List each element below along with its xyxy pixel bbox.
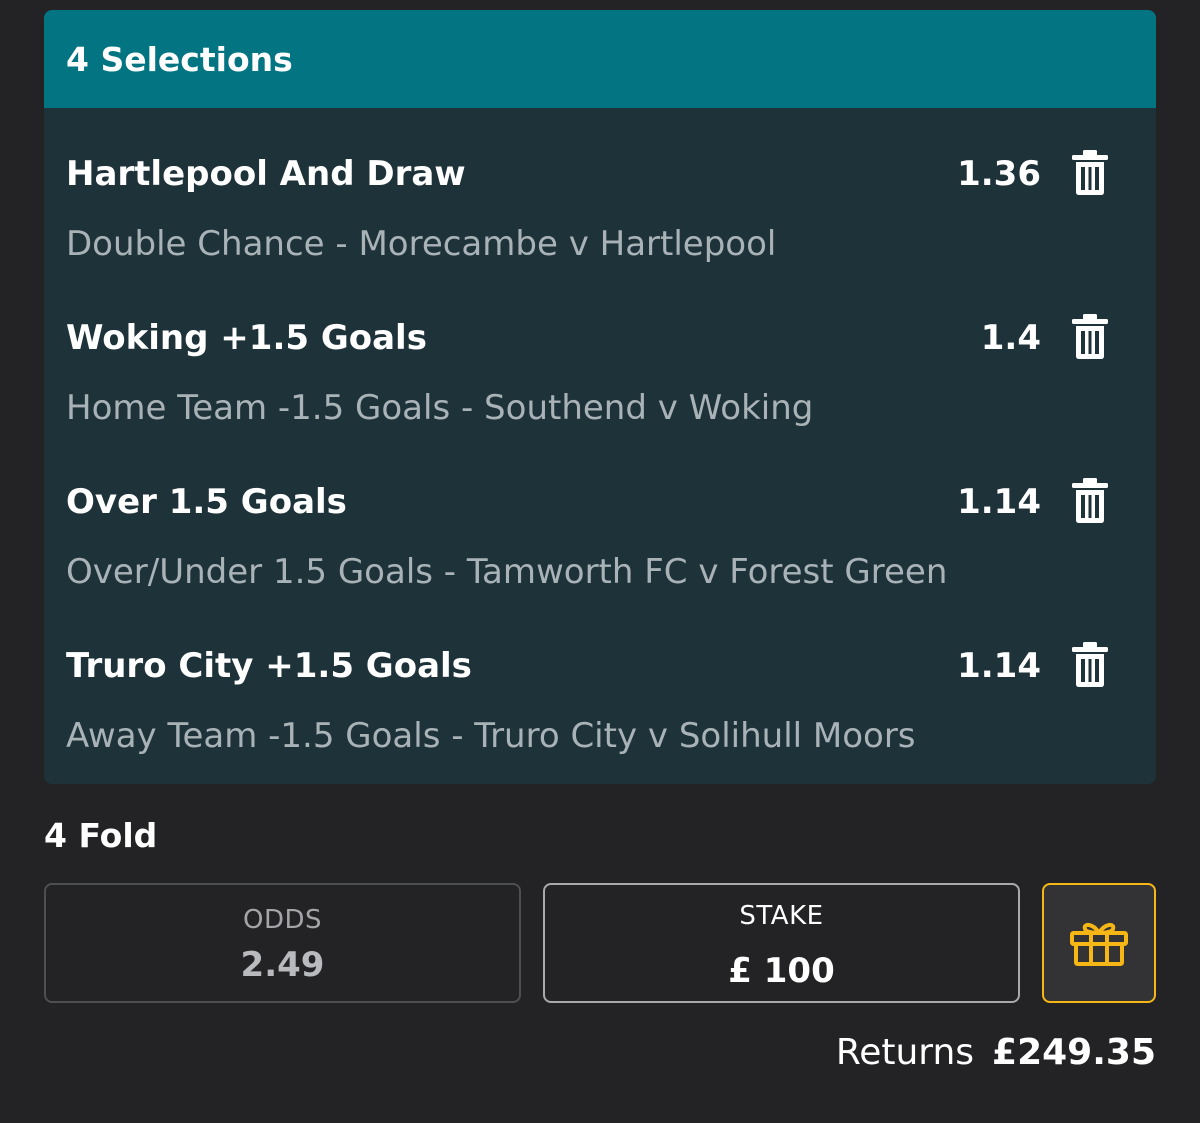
gift-icon: [1070, 922, 1128, 966]
fold-title: 4 Fold: [44, 816, 158, 855]
returns-label: Returns: [835, 1032, 975, 1073]
remove-selection-button[interactable]: [1070, 314, 1110, 360]
trash-icon: [1072, 314, 1108, 359]
selection-market: Home Team -1.5 Goals - Southend v Woking: [66, 388, 814, 428]
selection-odds: 1.14: [957, 646, 1041, 686]
returns-value: £249.35: [992, 1032, 1156, 1073]
selection-market: Double Chance - Morecambe v Hartlepool: [66, 224, 777, 264]
odds-value: 2.49: [240, 945, 325, 985]
selections-count-title: 4 Selections: [66, 39, 293, 79]
odds-label: ODDS: [242, 905, 322, 935]
remove-selection-button[interactable]: [1070, 150, 1110, 196]
selection-item: Over 1.5 Goals 1.14 Over/Under 1.5 Goals…: [44, 436, 1156, 600]
selection-odds: 1.14: [957, 482, 1041, 522]
selection-name: Truro City +1.5 Goals: [66, 646, 472, 686]
betslip-header[interactable]: 4 Selections: [44, 10, 1156, 108]
selection-name: Woking +1.5 Goals: [66, 318, 427, 358]
selection-name: Over 1.5 Goals: [66, 482, 347, 522]
selection-item: Woking +1.5 Goals 1.4 Home Team -1.5 Goa…: [44, 272, 1156, 436]
stake-value[interactable]: £ 100: [545, 951, 1018, 991]
stake-input[interactable]: STAKE £ 100: [543, 883, 1020, 1003]
odds-display: ODDS 2.49: [44, 883, 521, 1003]
remove-selection-button[interactable]: [1070, 642, 1110, 688]
remove-selection-button[interactable]: [1070, 478, 1110, 524]
selections-list: Hartlepool And Draw 1.36 Double Chance -…: [44, 108, 1156, 784]
betslip: 4 Selections Hartlepool And Draw 1.36 Do…: [44, 10, 1156, 784]
selection-item: Truro City +1.5 Goals 1.14 Away Team -1.…: [44, 600, 1156, 764]
selection-market: Over/Under 1.5 Goals - Tamworth FC v For…: [66, 552, 948, 592]
selection-odds: 1.4: [980, 318, 1041, 358]
returns-summary: Returns £249.35: [836, 1032, 1156, 1073]
trash-icon: [1072, 478, 1108, 523]
selection-odds: 1.36: [957, 154, 1041, 194]
trash-icon: [1072, 642, 1108, 687]
bonus-button[interactable]: [1042, 883, 1156, 1003]
selection-market: Away Team -1.5 Goals - Truro City v Soli…: [66, 716, 916, 756]
trash-icon: [1072, 150, 1108, 195]
selection-name: Hartlepool And Draw: [66, 154, 466, 194]
stake-label: STAKE: [739, 901, 824, 931]
selection-item: Hartlepool And Draw 1.36 Double Chance -…: [44, 108, 1156, 272]
